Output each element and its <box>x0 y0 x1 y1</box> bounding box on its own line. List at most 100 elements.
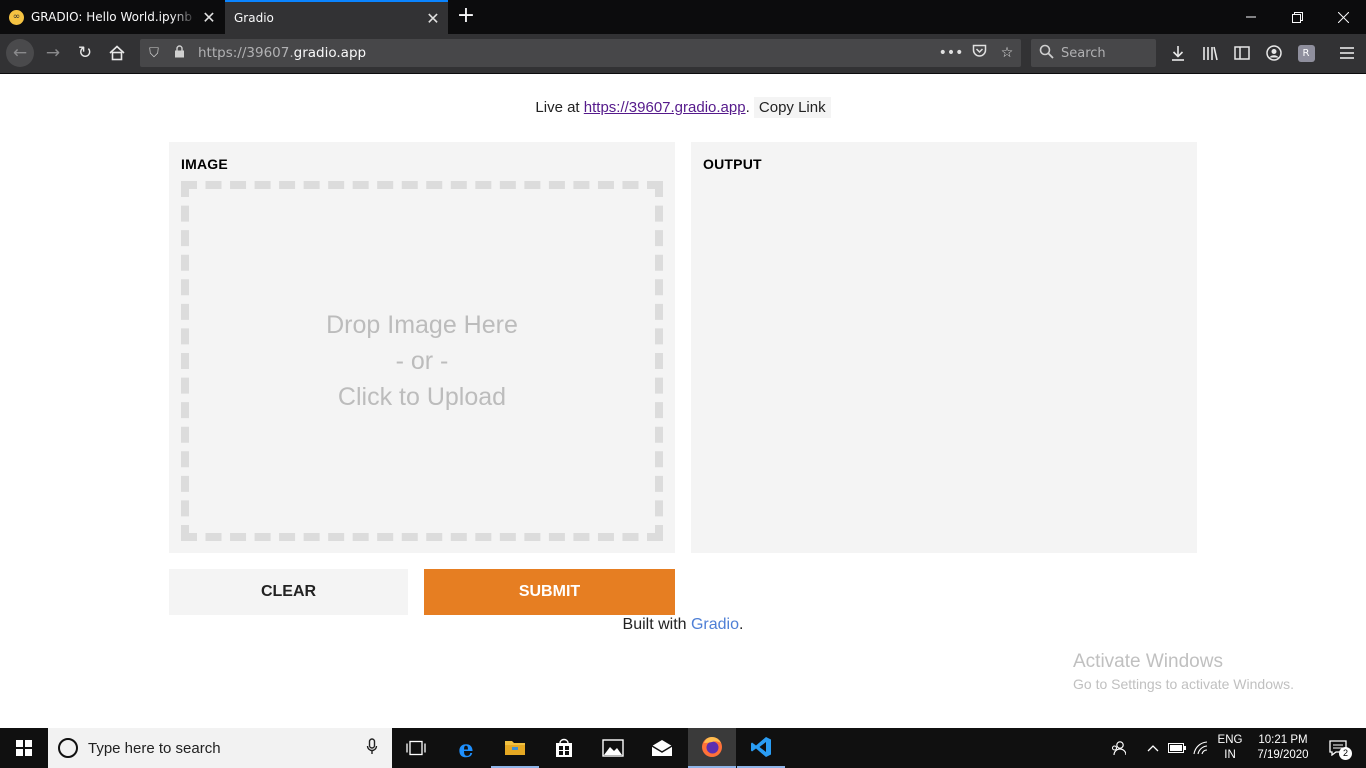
library-icon <box>1203 46 1218 61</box>
reload-icon: ↻ <box>77 43 93 63</box>
account-button[interactable] <box>1260 39 1288 67</box>
notification-badge: 2 <box>1339 747 1352 760</box>
vscode-icon <box>751 737 771 757</box>
input-panel: IMAGE Drop Image Here - or - Click to Up… <box>169 142 675 553</box>
close-icon <box>1337 11 1349 23</box>
input-label: IMAGE <box>181 156 228 172</box>
built-with-footer: Built with Gradio. <box>0 616 1366 634</box>
tab-title: GRADIO: Hello World.ipynb - C <box>31 10 197 24</box>
lang-line-2: IN <box>1224 749 1236 761</box>
battery-button[interactable] <box>1166 728 1188 768</box>
tab-gradio[interactable]: Gradio ✕ <box>225 0 448 34</box>
vscode-taskbar-button[interactable] <box>737 728 785 768</box>
arrow-right-icon: → <box>45 43 61 63</box>
sidebar-icon <box>1234 46 1250 60</box>
restore-icon <box>1291 11 1303 23</box>
mail-taskbar-button[interactable] <box>638 728 686 768</box>
edge-taskbar-button[interactable]: e <box>442 728 490 768</box>
wifi-button[interactable] <box>1190 728 1212 768</box>
show-hidden-icons-button[interactable] <box>1142 728 1164 768</box>
drop-line-2: - or - <box>395 347 449 375</box>
tab-title: Gradio <box>234 11 274 25</box>
people-button[interactable] <box>1104 728 1132 768</box>
clock-time: 10:21 PM <box>1258 734 1308 746</box>
drop-line-3: Click to Upload <box>337 383 507 411</box>
bookmark-star-icon[interactable]: ☆ <box>993 45 1021 61</box>
arrow-left-icon: ← <box>12 43 28 63</box>
wifi-icon <box>1193 741 1208 755</box>
forward-button[interactable]: → <box>39 39 67 67</box>
url-text[interactable]: https://39607.gradio.app <box>190 45 937 61</box>
output-label: OUTPUT <box>703 156 762 172</box>
dropzone-text: Drop Image Here - or - Click to Upload <box>326 307 518 415</box>
search-box[interactable]: Search <box>1031 39 1156 67</box>
pocket-icon[interactable] <box>965 44 993 62</box>
close-tab-icon[interactable]: ✕ <box>197 8 221 27</box>
minimize-button[interactable] <box>1228 0 1274 34</box>
reload-button[interactable]: ↻ <box>71 39 99 67</box>
built-suffix: . <box>739 616 744 633</box>
gradio-link[interactable]: Gradio <box>691 616 739 633</box>
submit-button[interactable]: SUBMIT <box>424 569 675 615</box>
url-prefix: https://39607. <box>198 45 294 61</box>
microphone-icon[interactable] <box>352 737 392 759</box>
taskbar-search-box[interactable]: Type here to search <box>48 728 392 768</box>
back-button[interactable]: ← <box>6 39 34 67</box>
downloads-button[interactable] <box>1164 39 1192 67</box>
taskbar-search-placeholder: Type here to search <box>88 739 221 757</box>
extension-button[interactable]: R <box>1292 39 1320 67</box>
home-button[interactable] <box>103 39 131 67</box>
shield-icon[interactable]: ⛉ <box>140 46 168 61</box>
account-icon <box>1266 45 1282 61</box>
photos-taskbar-button[interactable] <box>589 728 637 768</box>
output-panel: OUTPUT <box>691 142 1197 553</box>
folder-icon <box>505 741 525 755</box>
clear-button[interactable]: CLEAR <box>169 569 408 615</box>
clock[interactable]: 10:21 PM 7/19/2020 <box>1252 733 1314 763</box>
firefox-taskbar-button[interactable] <box>688 728 736 768</box>
clock-date: 7/19/2020 <box>1257 749 1309 761</box>
start-button[interactable] <box>0 728 48 768</box>
page-actions-icon[interactable]: ••• <box>937 45 965 61</box>
sidebar-button[interactable] <box>1228 39 1256 67</box>
live-url-link[interactable]: https://39607.gradio.app <box>584 99 746 116</box>
lock-icon[interactable] <box>168 45 190 61</box>
live-suffix: . <box>745 99 750 116</box>
browser-toolbar: ← → ↻ ⛉ https://39607.gradio.app ••• ☆ S… <box>0 34 1366 74</box>
search-placeholder: Search <box>1061 45 1106 61</box>
windows-logo-icon <box>16 740 32 756</box>
url-bar[interactable]: ⛉ https://39607.gradio.app ••• ☆ <box>140 39 1021 67</box>
colab-icon: ∞ <box>9 9 24 25</box>
menu-button[interactable] <box>1333 39 1361 67</box>
library-button[interactable] <box>1196 39 1224 67</box>
live-link-bar: Live at https://39607.gradio.app. Copy L… <box>0 97 1366 118</box>
download-icon <box>1172 46 1184 61</box>
task-view-icon <box>406 740 426 756</box>
image-upload-dropzone[interactable]: Drop Image Here - or - Click to Upload <box>181 181 663 541</box>
photos-icon <box>602 739 624 757</box>
action-center-button[interactable]: 2 <box>1318 728 1358 768</box>
hamburger-menu-icon <box>1340 47 1354 59</box>
cortana-icon <box>58 738 78 758</box>
drop-line-1: Drop Image Here <box>326 311 518 339</box>
file-explorer-taskbar-button[interactable] <box>491 728 539 768</box>
battery-icon <box>1168 743 1186 753</box>
live-prefix: Live at <box>535 99 584 116</box>
firefox-icon <box>702 737 722 757</box>
close-tab-icon[interactable]: ✕ <box>421 9 445 28</box>
new-tab-button[interactable]: + <box>454 5 478 29</box>
browser-tab-bar: ∞ GRADIO: Hello World.ipynb - C ✕ Gradio… <box>0 0 1366 34</box>
store-taskbar-button[interactable] <box>540 728 588 768</box>
watermark-title: Activate Windows <box>1073 651 1223 672</box>
home-icon <box>109 45 125 61</box>
language-indicator[interactable]: ENG IN <box>1212 733 1248 763</box>
close-window-button[interactable] <box>1320 0 1366 34</box>
minimize-icon <box>1246 16 1256 18</box>
copy-link-button[interactable]: Copy Link <box>753 97 831 118</box>
task-view-button[interactable] <box>392 728 440 768</box>
url-host: gradio.app <box>293 45 367 61</box>
edge-icon: e <box>458 733 474 763</box>
restore-button[interactable] <box>1274 0 1320 34</box>
windows-taskbar: Type here to search e ENG IN 10:21 PM 7/… <box>0 728 1366 768</box>
tab-colab[interactable]: ∞ GRADIO: Hello World.ipynb - C ✕ <box>0 0 224 34</box>
